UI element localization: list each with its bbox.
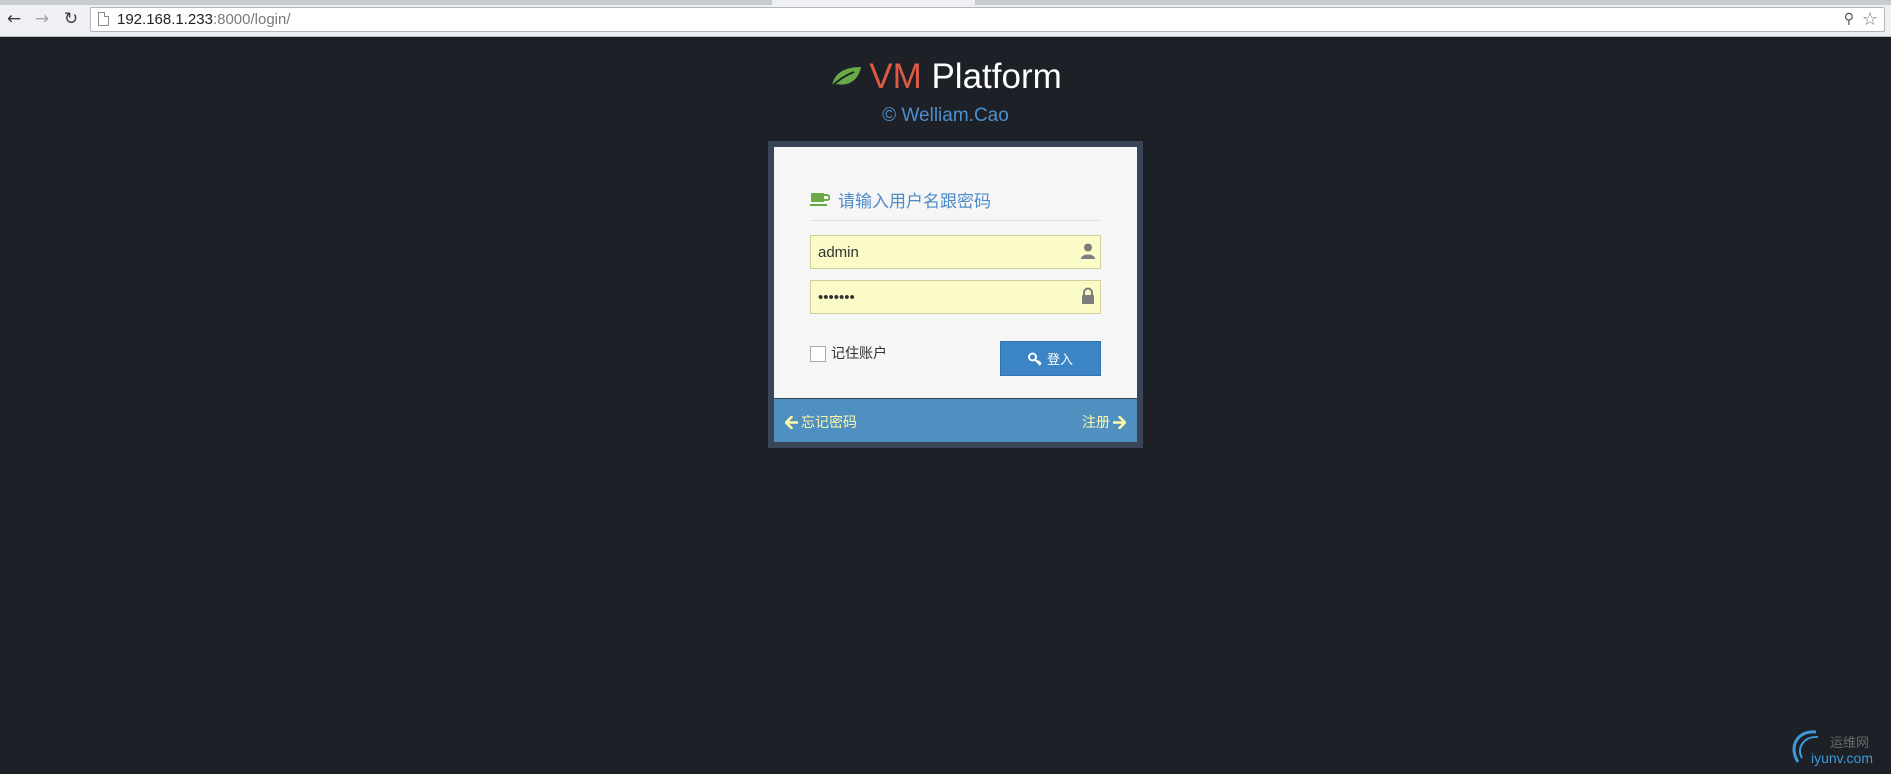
copyright-text: © Welliam.Cao <box>882 105 1009 126</box>
key-icon <box>1027 352 1042 366</box>
browser-chrome: ← → ↻ 192.168.1.233:8000/login/ ⚲ ☆ <box>0 0 1891 37</box>
forward-arrow-icon[interactable]: → <box>32 9 52 29</box>
leaf-icon <box>829 67 862 89</box>
watermark-cn: 运维网 <box>1830 736 1870 751</box>
url-host: 192.168.1.233 <box>117 11 213 28</box>
active-tab[interactable] <box>772 0 975 5</box>
coffee-icon <box>810 193 830 206</box>
page-title: VM Platform <box>0 57 1891 97</box>
bookmark-star-icon[interactable]: ☆ <box>1862 9 1878 30</box>
password-key-icon[interactable]: ⚲ <box>1844 11 1854 27</box>
register-link[interactable]: 注册 <box>1082 412 1126 432</box>
watermark: 运维网 iyunv.com <box>1786 726 1886 768</box>
username-input[interactable] <box>811 236 1100 268</box>
address-url[interactable]: 192.168.1.233:8000/login/ <box>117 11 291 28</box>
remember-account[interactable]: 记住账户 <box>810 343 887 363</box>
arrow-right-icon <box>1113 415 1126 429</box>
brand-header: VM Platform © Welliam.Cao <box>0 57 1891 127</box>
page-icon <box>98 12 109 26</box>
lock-icon <box>1082 287 1094 304</box>
login-title-text: 请输入用户名跟密码 <box>838 192 991 212</box>
title-platform: Platform <box>931 57 1062 96</box>
login-footer: 忘记密码 注册 <box>774 399 1137 442</box>
login-form: 请输入用户名跟密码 记住账户 登入 <box>774 147 1137 398</box>
login-button-label: 登入 <box>1046 353 1073 368</box>
login-button[interactable]: 登入 <box>1000 341 1101 376</box>
remember-checkbox[interactable] <box>810 346 826 362</box>
back-arrow-icon[interactable]: ← <box>4 9 24 29</box>
arrow-left-icon <box>785 415 798 429</box>
user-icon <box>1081 243 1095 259</box>
remember-label: 记住账户 <box>831 346 887 362</box>
register-label: 注册 <box>1082 415 1110 431</box>
address-bar[interactable]: 192.168.1.233:8000/login/ ⚲ ☆ <box>90 7 1885 32</box>
tab-strip <box>0 0 1891 5</box>
title-vm: VM <box>869 57 922 96</box>
forgot-password-label: 忘记密码 <box>801 415 857 431</box>
forgot-password-link[interactable]: 忘记密码 <box>785 412 857 432</box>
reload-icon[interactable]: ↻ <box>61 9 81 29</box>
username-field-wrapper <box>810 235 1101 269</box>
login-heading: 请输入用户名跟密码 <box>810 187 1100 221</box>
password-field-wrapper <box>810 280 1101 314</box>
watermark-en: iyunv.com <box>1811 750 1873 766</box>
password-input[interactable] <box>811 281 1100 313</box>
url-path: :8000/login/ <box>212 11 291 28</box>
login-box: 请输入用户名跟密码 记住账户 登入 <box>768 141 1143 448</box>
